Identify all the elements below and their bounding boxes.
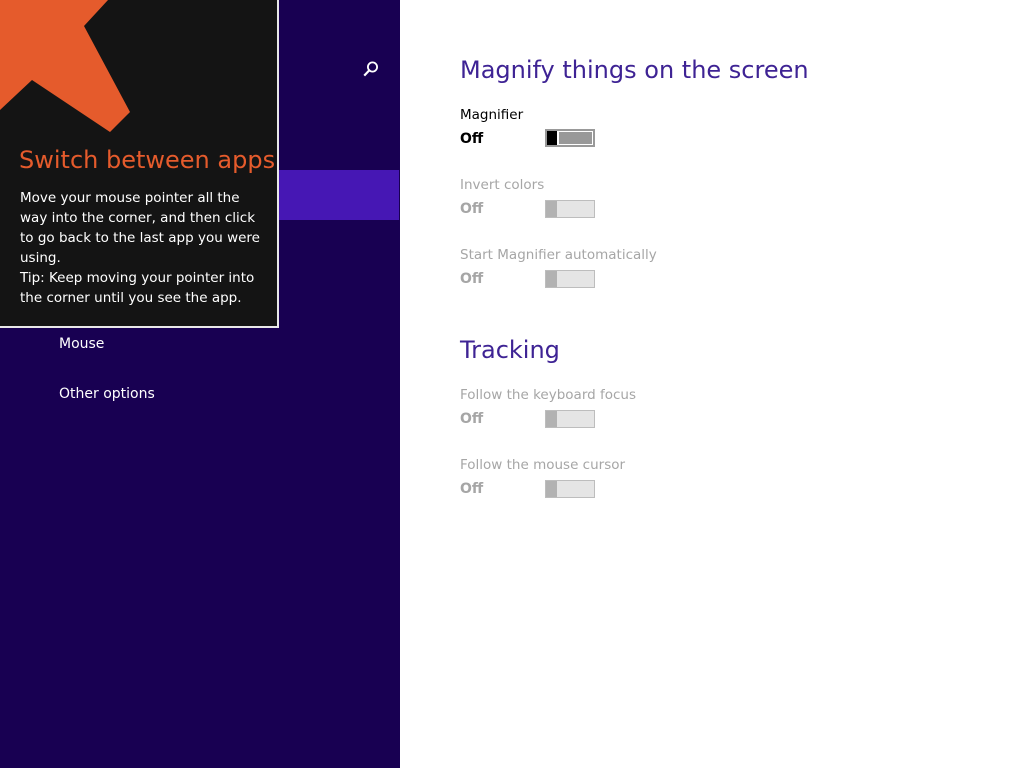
toggle-track (559, 413, 592, 425)
switch-apps-tip: Switch between apps Move your mouse poin… (0, 0, 279, 328)
tip-hint: Tip: Keep moving your pointer into the c… (20, 270, 255, 306)
tracking-section-title: Tracking (460, 336, 560, 364)
follow-keyboard-focus-toggle[interactable] (545, 410, 595, 428)
magnifier-label: Magnifier (460, 107, 524, 123)
search-icon (362, 60, 380, 82)
sidebar-item-mouse[interactable]: Mouse (59, 336, 104, 352)
start-magnifier-automatically-label: Start Magnifier automatically (460, 247, 657, 263)
toggle-thumb (546, 411, 557, 427)
tip-body: Move your mouse pointer all the way into… (20, 188, 265, 308)
toggle-thumb (547, 131, 557, 145)
pc-settings-window: Mouse Other options Switch between apps … (0, 0, 1024, 768)
follow-keyboard-focus-state: Off (460, 411, 484, 427)
tip-title: Switch between apps (19, 146, 276, 174)
follow-mouse-cursor-state: Off (460, 481, 484, 497)
magnifier-toggle[interactable] (545, 129, 595, 147)
start-magnifier-automatically-toggle[interactable] (545, 270, 595, 288)
toggle-thumb (546, 481, 557, 497)
invert-colors-state: Off (460, 201, 484, 217)
follow-mouse-cursor-label: Follow the mouse cursor (460, 457, 626, 473)
toggle-track (559, 273, 592, 285)
corner-arrow-icon (0, 0, 140, 144)
start-magnifier-automatically-state: Off (460, 271, 484, 287)
follow-mouse-cursor-toggle[interactable] (545, 480, 595, 498)
search-button[interactable] (358, 58, 384, 84)
invert-colors-label: Invert colors (460, 177, 545, 193)
magnifier-state: Off (460, 131, 484, 147)
sidebar-item-other-options[interactable]: Other options (59, 386, 155, 402)
page-title: Magnify things on the screen (460, 56, 809, 84)
toggle-track (559, 203, 592, 215)
toggle-thumb (546, 271, 557, 287)
toggle-track (559, 483, 592, 495)
invert-colors-toggle[interactable] (545, 200, 595, 218)
follow-keyboard-focus-label: Follow the keyboard focus (460, 387, 637, 403)
toggle-track (559, 132, 592, 144)
tip-instructions: Move your mouse pointer all the way into… (20, 190, 260, 266)
toggle-thumb (546, 201, 557, 217)
